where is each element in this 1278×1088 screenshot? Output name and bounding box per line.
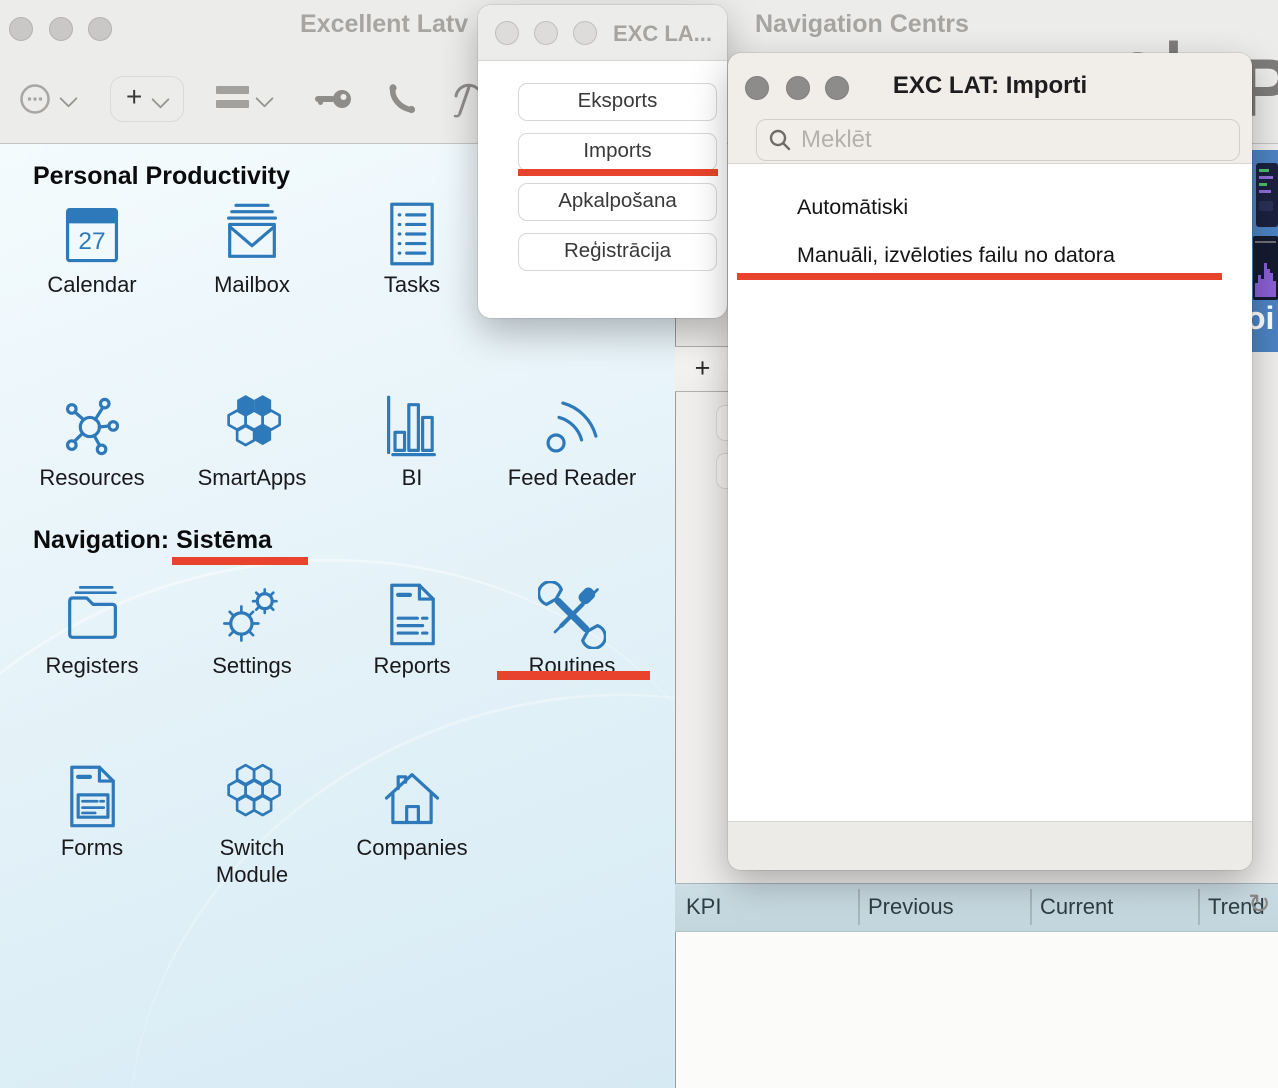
kpi-table-body (675, 930, 1278, 1088)
close-button[interactable] (495, 21, 519, 45)
app-icon-settings[interactable]: Settings (172, 581, 332, 679)
app-label: BI (332, 464, 492, 491)
import-window-title: EXC LAT: Importi (728, 72, 1252, 100)
switch-module-icon (218, 763, 286, 831)
import-window-footer (728, 821, 1252, 870)
partial-toolbar-icon[interactable] (452, 80, 478, 118)
key-icon[interactable] (314, 85, 352, 113)
app-label: Feed Reader (492, 464, 652, 491)
kpi-column-header[interactable]: KPI (686, 894, 721, 920)
zoom-button[interactable] (573, 21, 597, 45)
tasks-icon (378, 200, 446, 268)
minimize-button[interactable] (49, 17, 73, 41)
registers-icon (58, 581, 126, 649)
app-icon-smartapps[interactable]: SmartApps (172, 393, 332, 491)
calendar-icon: 27 (58, 200, 126, 268)
search-field[interactable] (756, 119, 1240, 161)
app-icon-mailbox[interactable]: Mailbox (172, 200, 332, 298)
apkalposana-button[interactable]: Apkalpošana (518, 183, 717, 221)
heading-module-link[interactable]: Sistēma (176, 526, 272, 554)
feed-reader-icon (538, 393, 606, 461)
more-options-icon[interactable] (19, 83, 51, 115)
kpi-add-button[interactable]: + (675, 346, 730, 392)
search-input[interactable] (799, 123, 1223, 157)
app-icon-feed-reader[interactable]: Feed Reader (492, 393, 652, 491)
zoom-button[interactable] (88, 17, 112, 41)
app-label: Mailbox (172, 271, 332, 298)
main-window-title-right: Navigation Centrs (755, 10, 969, 39)
section-heading-personal-productivity: Personal Productivity (33, 162, 290, 191)
new-item-chevron-icon (151, 90, 169, 108)
smartapps-icon (218, 393, 286, 461)
plus-icon: + (695, 353, 711, 383)
plus-icon: + (126, 81, 142, 113)
previous-column-header[interactable]: Previous (868, 894, 954, 920)
app-label: SmartApps (172, 464, 332, 491)
search-icon (768, 128, 792, 152)
current-column-header[interactable]: Current (1040, 894, 1113, 920)
promo-text-fragment: oi (1252, 300, 1274, 337)
app-icon-routines[interactable]: Routines (492, 581, 652, 679)
phone-icon[interactable] (386, 82, 418, 116)
companies-icon (378, 763, 446, 831)
annotation-underline-sistema (172, 557, 308, 565)
app-icon-reports[interactable]: Reports (332, 581, 492, 679)
close-button[interactable] (9, 17, 33, 41)
promo-image-strip: oi (1252, 150, 1278, 352)
resources-icon (58, 393, 126, 461)
new-item-button[interactable]: + (110, 76, 184, 122)
bi-icon (378, 393, 446, 461)
promo-chart-thumbnail (1253, 236, 1278, 300)
imports-button[interactable]: Imports (518, 133, 717, 171)
settings-icon (218, 581, 286, 649)
section-heading-navigation: Navigation: Sistēma (33, 526, 272, 555)
app-icon-switch-module[interactable]: Switch Module (172, 763, 332, 888)
annotation-underline-manuali (737, 273, 1222, 280)
registracija-button[interactable]: Reģistrācija (518, 233, 717, 271)
palette-window-title: EXC LA... (613, 21, 712, 47)
app-icon-calendar[interactable]: 27 Calendar (12, 200, 172, 298)
app-label: Companies (332, 834, 492, 861)
app-label: Reports (332, 652, 492, 679)
import-window: EXC LAT: Importi Automātiski Manuāli, iz… (728, 53, 1252, 870)
app-icon-resources[interactable]: Resources (12, 393, 172, 491)
app-label: Forms (12, 834, 172, 861)
forms-icon (58, 763, 126, 831)
palette-titlebar[interactable]: EXC LA... (478, 5, 727, 61)
app-label: Tasks (332, 271, 492, 298)
routines-icon (538, 581, 606, 649)
app-label: Calendar (12, 271, 172, 298)
kpi-table-header: KPI Previous Current Trend ↻ (675, 883, 1278, 932)
import-options-list: Automātiski Manuāli, izvēloties failu no… (728, 163, 1252, 823)
svg-text:27: 27 (78, 228, 105, 255)
app-label: Switch Module (204, 834, 300, 888)
minimize-button[interactable] (534, 21, 558, 45)
refresh-icon[interactable]: ↻ (1248, 889, 1271, 920)
annotation-underline-routines (497, 671, 650, 680)
app-icon-companies[interactable]: Companies (332, 763, 492, 861)
reports-icon (378, 581, 446, 649)
main-window-title-left: Excellent Latv (300, 10, 468, 39)
app-label: Resources (12, 464, 172, 491)
mailbox-icon (218, 200, 286, 268)
app-icon-forms[interactable]: Forms (12, 763, 172, 861)
app-label: Settings (172, 652, 332, 679)
promo-phone-thumbnail (1256, 163, 1278, 227)
app-icon-bi[interactable]: BI (332, 393, 492, 491)
annotation-underline-imports (518, 169, 718, 176)
heading-prefix: Navigation: (33, 526, 176, 554)
more-options-chevron-icon[interactable] (59, 89, 77, 107)
list-item-automatiski[interactable]: Automātiski (797, 195, 908, 220)
app-label: Registers (12, 652, 172, 679)
list-view-chevron-icon[interactable] (255, 89, 273, 107)
list-item-manuali[interactable]: Manuāli, izvēloties failu no datora (797, 243, 1115, 268)
app-icon-registers[interactable]: Registers (12, 581, 172, 679)
screen: Excellent Latv Navigation Centrs + (0, 0, 1278, 1088)
eksports-button[interactable]: Eksports (518, 83, 717, 121)
app-icon-tasks[interactable]: Tasks (332, 200, 492, 298)
routines-palette-window: EXC LA... Eksports Imports Apkalpošana R… (478, 5, 727, 318)
